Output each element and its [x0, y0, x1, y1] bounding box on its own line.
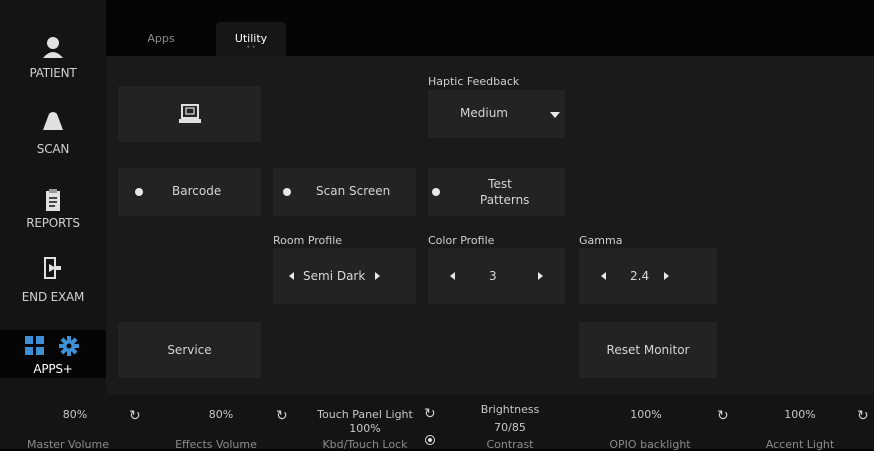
sidebar-item-label: END EXAM: [21, 290, 85, 304]
room-profile-stepper: Semi Dark: [273, 248, 416, 304]
arrow-left-icon[interactable]: [450, 272, 455, 280]
touch-panel-light-label: Touch Panel Light: [317, 408, 413, 421]
arrow-right-icon[interactable]: [538, 272, 543, 280]
gamma-stepper: 2.4: [579, 248, 717, 304]
kbd-touch-lock-toggle[interactable]: [425, 435, 435, 445]
service-label: Service: [167, 343, 212, 357]
master-volume-value: 80%: [62, 408, 88, 421]
room-profile-label: Room Profile: [273, 234, 343, 247]
opio-backlight-value: 100%: [630, 408, 662, 421]
brightness-label: Brightness: [480, 403, 540, 416]
opio-backlight-label: OPIO backlight: [609, 438, 691, 451]
master-volume-label: Master Volume: [27, 438, 109, 451]
arrow-right-icon[interactable]: [375, 272, 380, 280]
color-profile-value: 3: [489, 269, 497, 283]
radio-indicator-icon: [432, 188, 440, 196]
utility-panel: Haptic Feedback Medium Barcode Scan Scre…: [106, 56, 874, 395]
arrow-left-icon[interactable]: [289, 272, 294, 280]
test-patterns-button[interactable]: Test Patterns: [428, 168, 565, 216]
color-profile-label: Color Profile: [428, 234, 495, 247]
effects-volume-reset-icon[interactable]: ↻: [276, 409, 288, 423]
gamma-value: 2.4: [630, 269, 650, 283]
sidebar-item-label: PATIENT: [29, 66, 77, 80]
tab-apps[interactable]: Apps: [116, 22, 206, 56]
sidebar-item-label: SCAN: [36, 142, 70, 156]
room-profile-value: Semi Dark: [303, 269, 366, 283]
touch-panel-light-reset-icon[interactable]: ↻: [424, 407, 436, 421]
haptic-feedback-value: Medium: [460, 106, 508, 120]
scan-icon: [43, 112, 63, 130]
monitor-button[interactable]: [118, 86, 261, 142]
end-exam-icon: [44, 257, 61, 279]
sidebar-item-apps[interactable]: APPS+: [0, 330, 106, 378]
reports-icon: [46, 189, 60, 211]
accent-light-value: 100%: [784, 408, 816, 421]
master-volume-reset-icon[interactable]: ↻: [129, 409, 141, 423]
bottom-controls: 80% ↻ Master Volume 80% ↻ Effects Volume…: [0, 395, 874, 451]
sidebar-item-label: APPS+: [33, 362, 73, 376]
arrow-left-icon[interactable]: [601, 272, 606, 280]
sidebar: PATIENT SCAN REPORTS END EXAM APPS+: [0, 0, 106, 395]
barcode-button[interactable]: Barcode: [118, 168, 261, 216]
contrast-label: Contrast: [486, 438, 534, 451]
effects-volume-label: Effects Volume: [175, 438, 257, 451]
sidebar-item-label: REPORTS: [26, 216, 80, 230]
radio-indicator-icon: [283, 188, 291, 196]
test-patterns-label: Test Patterns: [480, 177, 530, 207]
radio-indicator-icon: [135, 188, 143, 196]
radio-indicator-icon: [428, 438, 432, 442]
page-dots-icon: • •: [246, 44, 256, 51]
patient-icon: [43, 37, 63, 58]
opio-backlight-reset-icon[interactable]: ↻: [717, 409, 729, 423]
haptic-feedback-label: Haptic Feedback: [428, 75, 520, 88]
accent-light-reset-icon[interactable]: ↻: [857, 409, 869, 423]
gamma-label: Gamma: [579, 234, 623, 247]
barcode-label: Barcode: [172, 184, 222, 198]
sidebar-item-scan[interactable]: SCAN: [0, 110, 106, 156]
monitor-icon: [178, 104, 201, 123]
haptic-feedback-dropdown[interactable]: Medium: [428, 90, 565, 138]
scan-screen-button[interactable]: Scan Screen: [273, 168, 416, 216]
touch-panel-light-value: 100%: [349, 422, 381, 435]
tab-bar: Apps Utility • •: [106, 22, 874, 56]
arrow-right-icon[interactable]: [664, 272, 669, 280]
brightness-contrast-value: 70/85: [494, 421, 526, 434]
sidebar-item-end-exam[interactable]: END EXAM: [0, 256, 106, 304]
sidebar-item-patient[interactable]: PATIENT: [0, 36, 106, 80]
chevron-down-icon: [550, 112, 560, 118]
reset-monitor-label: Reset Monitor: [606, 343, 690, 357]
color-profile-stepper: 3: [428, 248, 565, 304]
effects-volume-value: 80%: [208, 408, 234, 421]
accent-light-label: Accent Light: [765, 438, 835, 451]
kbd-touch-lock-label: Kbd/Touch Lock: [322, 438, 408, 451]
apps-icon: [25, 336, 79, 356]
tab-utility[interactable]: Utility • •: [216, 22, 286, 56]
sidebar-item-reports[interactable]: REPORTS: [0, 188, 106, 230]
scan-screen-label: Scan Screen: [316, 184, 391, 198]
reset-monitor-button[interactable]: Reset Monitor: [579, 322, 717, 378]
service-button[interactable]: Service: [118, 322, 261, 378]
